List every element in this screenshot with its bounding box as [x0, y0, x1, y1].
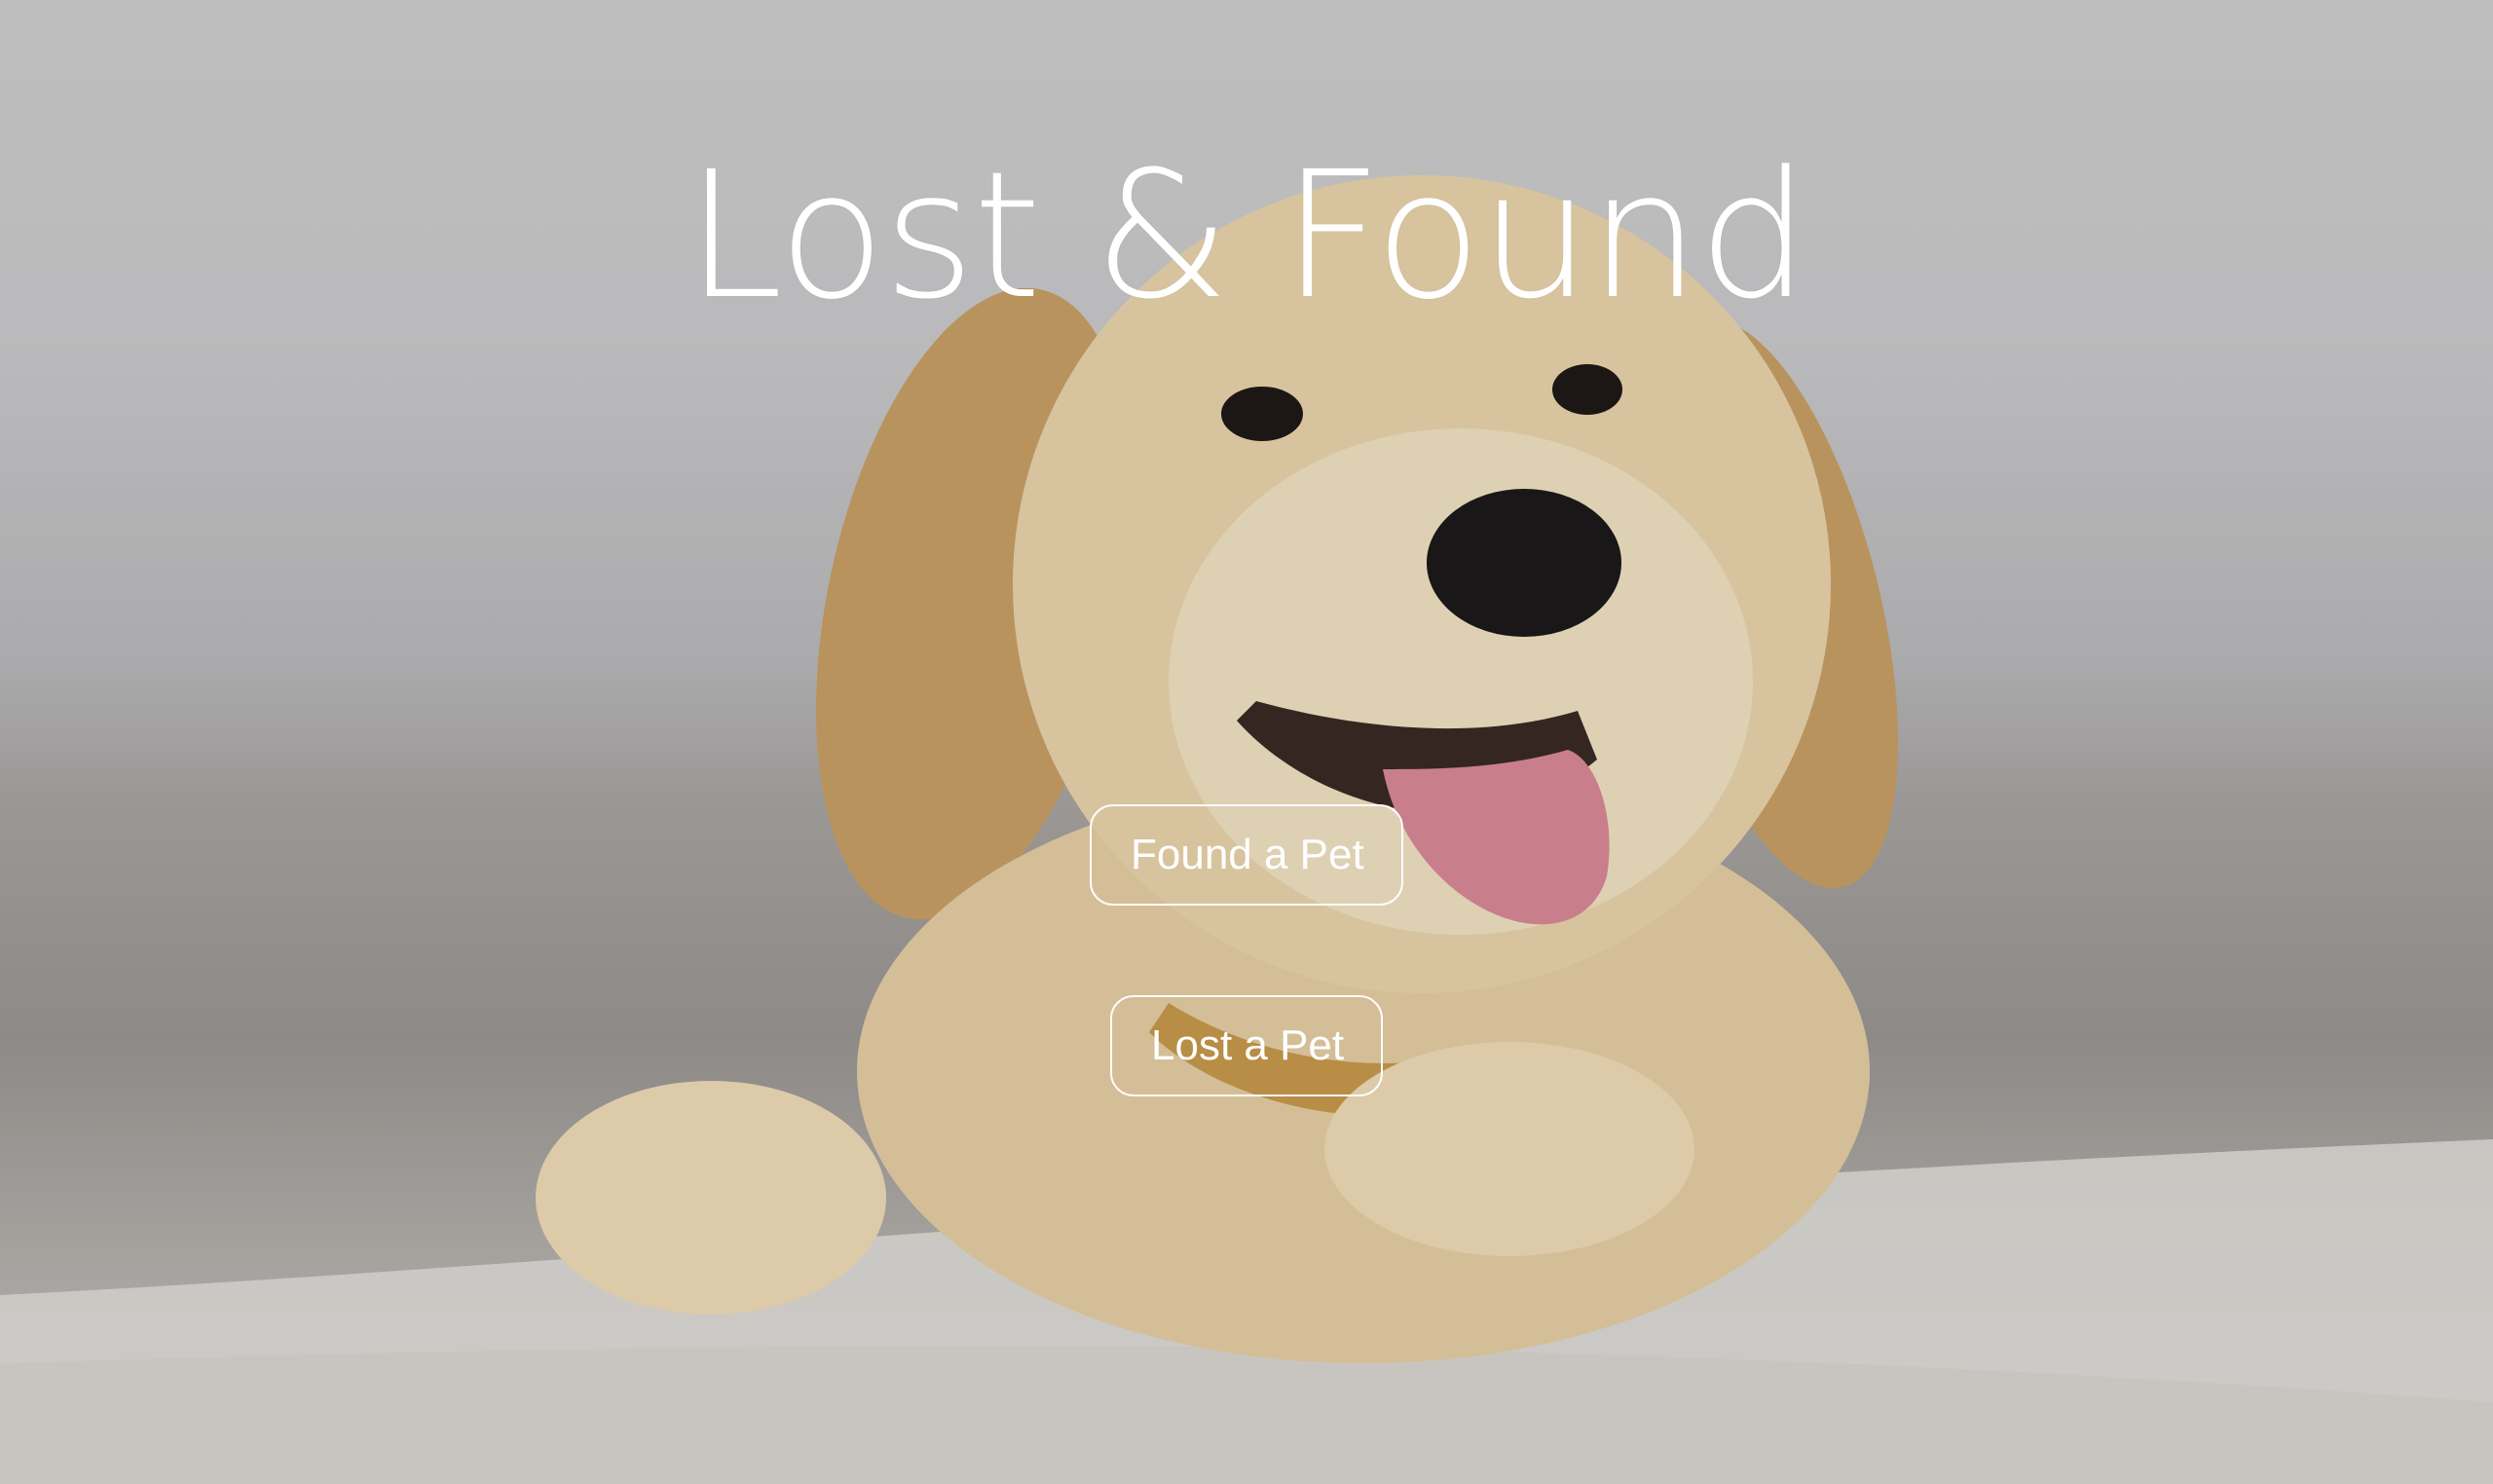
page-title: Lost & Found: [685, 134, 1809, 338]
found-a-pet-button[interactable]: Found a Pet: [1090, 804, 1403, 906]
lost-a-pet-button[interactable]: Lost a Pet: [1110, 995, 1383, 1096]
